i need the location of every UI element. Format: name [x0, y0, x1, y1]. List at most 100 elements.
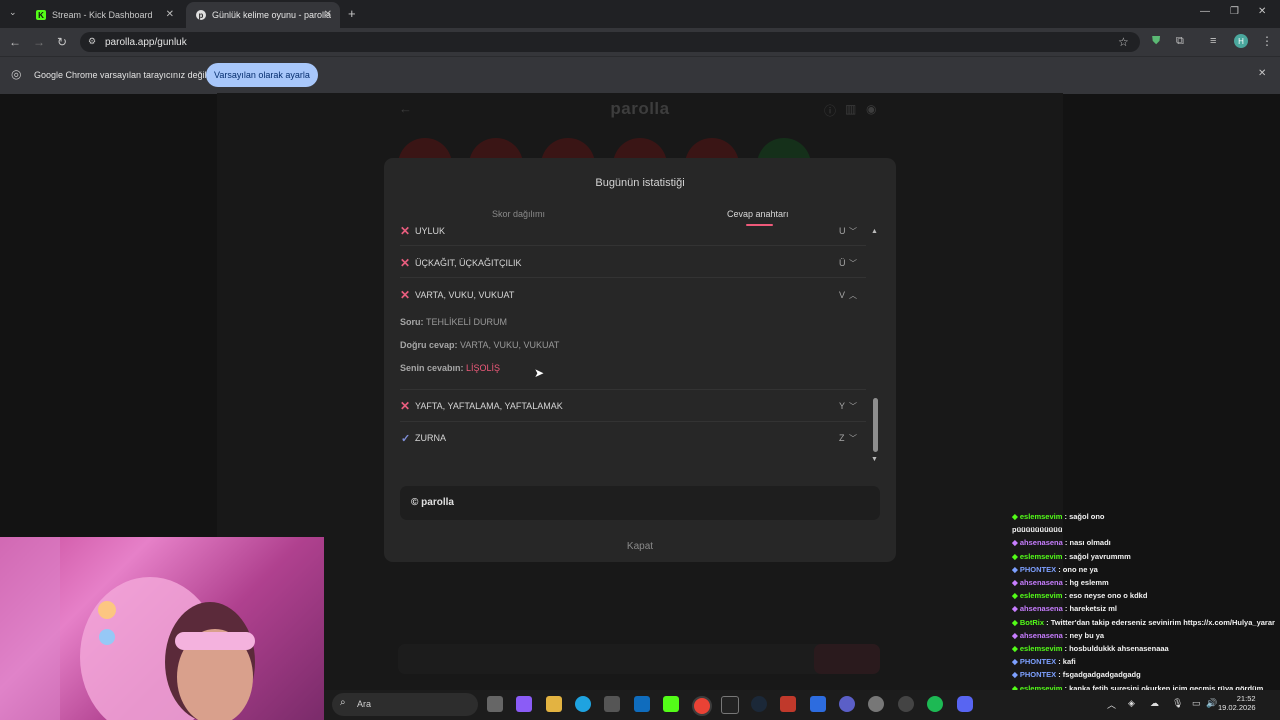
row-letter: Ü	[839, 258, 846, 268]
chat-badge-icon: ◆	[1012, 551, 1020, 561]
tab-score-distribution[interactable]: Skor dağılımı	[492, 209, 545, 219]
answer-row-label[interactable]: ZURNA	[415, 433, 446, 443]
app-gray-icon[interactable]	[898, 696, 914, 712]
chat-message: ◆ ahsenasena : ney bu ya	[1012, 631, 1104, 640]
chat-message: ◆ ahsenasena : hareketsiz ml	[1012, 604, 1117, 613]
chevron-down-icon[interactable]: ﹀	[849, 226, 857, 237]
webcam-feed	[0, 537, 324, 720]
close-window-icon[interactable]: ✕	[1258, 7, 1266, 17]
spotify-icon[interactable]	[927, 696, 943, 712]
chat-text: sağol yavrummm	[1069, 551, 1131, 561]
chat-username[interactable]: eslemsevim	[1020, 552, 1063, 561]
app-blue-icon[interactable]	[810, 696, 826, 712]
stats-chart-icon[interactable]: ▥	[845, 102, 856, 116]
question-line: Soru: TEHLİKELİ DURUM	[400, 317, 507, 327]
chat-text: ney bu ya	[1069, 630, 1105, 640]
chevron-up-icon[interactable]: ︿	[849, 290, 857, 301]
microphone-icon[interactable]: 🎙	[1172, 698, 1183, 709]
answer-row-label[interactable]: UYLUK	[415, 226, 445, 236]
epic-games-icon[interactable]	[721, 696, 739, 714]
reload-icon[interactable]: ↻	[57, 36, 67, 48]
extension-shield-icon[interactable]: ⛊	[1152, 36, 1160, 47]
obs-icon[interactable]	[868, 696, 884, 712]
tray-app-icon[interactable]: ◈	[1128, 698, 1135, 709]
chevron-down-icon[interactable]: ﹀	[849, 433, 857, 444]
chrome-icon[interactable]	[692, 696, 712, 716]
wrong-x-icon: ✕	[400, 399, 411, 413]
app-purple-icon[interactable]	[839, 696, 855, 712]
minimize-window-icon[interactable]: —	[1200, 7, 1210, 17]
tab-parolla[interactable]: p Günlük kelime oyunu - parolla ✕	[186, 2, 340, 28]
chat-username[interactable]: PHONTEX	[1020, 670, 1056, 679]
submit-button-background	[814, 644, 880, 674]
chrome-menu-icon[interactable]: ⋮	[1261, 35, 1273, 47]
tab-answer-key[interactable]: Cevap anahtarı	[727, 209, 789, 219]
chevron-down-icon[interactable]: ﹀	[849, 258, 857, 269]
task-view-icon[interactable]	[487, 696, 503, 712]
file-explorer-icon[interactable]	[546, 696, 562, 712]
tab-search-icon[interactable]: ⌄	[9, 8, 17, 17]
info-circle-icon[interactable]: ⓘ	[824, 102, 836, 119]
restore-window-icon[interactable]: ❐	[1230, 7, 1239, 17]
answer-row-label[interactable]: YAFTA, YAFTALAMA, YAFTALAMAK	[415, 401, 563, 411]
chevron-down-icon[interactable]: ﹀	[849, 401, 857, 412]
chat-username[interactable]: ahsenasena	[1020, 578, 1063, 587]
app-red-icon[interactable]	[780, 696, 796, 712]
chat-username[interactable]: eslemsevim	[1020, 644, 1063, 653]
url-text: parolla.app/gunluk	[105, 37, 187, 48]
steam-icon[interactable]	[751, 696, 767, 712]
set-default-button[interactable]: Varsayılan olarak ayarla	[206, 63, 318, 87]
taskbar-clock[interactable]: 21:52 19.02.2026	[1218, 694, 1256, 712]
volume-icon[interactable]: 🔊	[1206, 698, 1217, 709]
correct-answer-line: Doğru cevap: VARTA, VUKU, VUKUAT	[400, 340, 559, 350]
profile-avatar[interactable]: H	[1234, 34, 1248, 48]
media-control-icon[interactable]: ≡	[1210, 36, 1216, 47]
clock-time: 21:52	[1236, 694, 1256, 703]
new-tab-plus-icon[interactable]: +	[348, 7, 356, 20]
scroll-down-arrow-icon[interactable]: ▼	[871, 456, 878, 463]
scrollbar-thumb[interactable]	[873, 398, 878, 452]
chat-username[interactable]: eslemsevim	[1020, 591, 1063, 600]
search-icon: ⌕	[340, 697, 346, 708]
extensions-puzzle-icon[interactable]: ⧉	[1176, 36, 1184, 47]
chat-message: ◆ eslemsevim : hosbuldukkk ahsenasenaaa	[1012, 644, 1169, 653]
chat-badge-icon: ◆	[1012, 670, 1020, 680]
answer-row-label[interactable]: ÜÇKAĞIT, ÜÇKAĞITÇILIK	[415, 258, 522, 268]
bookmark-star-icon[interactable]: ☆	[1118, 36, 1129, 48]
scroll-up-arrow-icon[interactable]: ▲	[871, 228, 878, 235]
forward-arrow-icon[interactable]: →	[33, 36, 45, 48]
tray-cloud-icon[interactable]: ☁	[1150, 698, 1159, 709]
user-profile-icon[interactable]: ◉	[866, 102, 876, 116]
outlook-icon[interactable]	[634, 696, 650, 712]
chat-username[interactable]: PHONTEX	[1020, 565, 1056, 574]
address-bar[interactable]	[80, 32, 1140, 52]
chat-username[interactable]: ahsenasena	[1020, 604, 1063, 613]
chat-username[interactable]: eslemsevim	[1020, 512, 1063, 521]
answer-row-label[interactable]: VARTA, VUKU, VUKUAT	[415, 290, 514, 300]
site-info-icon[interactable]: ⚙	[88, 37, 96, 46]
row-letter: Z	[839, 433, 845, 443]
close-modal-button[interactable]: Kapat	[384, 540, 896, 553]
close-tab-icon[interactable]: ✕	[166, 9, 174, 20]
tab-kick-dashboard[interactable]: K Stream - Kick Dashboard ✕	[26, 2, 182, 28]
chat-text: hosbuldukkk ahsenasenaaa	[1069, 644, 1169, 653]
chat-username[interactable]: BotRix	[1020, 618, 1044, 627]
chat-username[interactable]: PHONTEX	[1020, 657, 1056, 666]
close-tab-icon[interactable]: ✕	[324, 9, 332, 20]
taskbar-search[interactable]	[332, 693, 478, 716]
network-icon[interactable]: ▭	[1192, 698, 1201, 709]
kick-icon[interactable]	[663, 696, 679, 712]
chat-username[interactable]: ahsenasena	[1020, 631, 1063, 640]
chat-message: ◆ BotRix : Twitter'dan takip ederseniz s…	[1012, 618, 1275, 627]
chat-message: ◆ ahsenasena : nası olmadı	[1012, 538, 1111, 547]
close-infobar-icon[interactable]: ✕	[1258, 69, 1266, 79]
tray-chevron-icon[interactable]: ︿	[1107, 698, 1116, 711]
store-icon[interactable]	[604, 696, 620, 712]
back-arrow-icon[interactable]: ←	[9, 36, 21, 48]
copilot-icon[interactable]	[516, 696, 532, 712]
webcam-image	[0, 537, 255, 720]
edge-icon[interactable]	[575, 696, 591, 712]
discord-icon[interactable]	[957, 696, 973, 712]
your-answer-line: Senin cevabın: LİŞOLİŞ	[400, 363, 500, 373]
chat-username[interactable]: ahsenasena	[1020, 538, 1063, 547]
